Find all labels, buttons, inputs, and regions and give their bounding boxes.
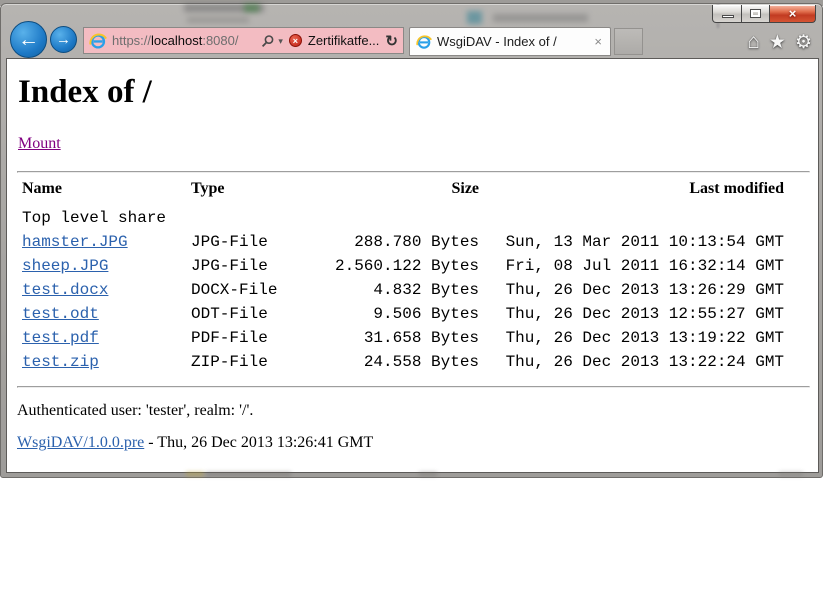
ie-logo-icon	[416, 34, 432, 50]
file-type: DOCX-File	[191, 278, 335, 302]
search-icon	[261, 34, 275, 48]
file-type: ZIP-File	[191, 350, 335, 374]
divider	[17, 171, 810, 173]
certificate-error-button[interactable]: × Zertifikatfe...	[289, 33, 386, 48]
share-note: Top level share	[22, 206, 784, 230]
file-link[interactable]: hamster.JPG	[22, 233, 128, 251]
file-modified: Sun, 13 Mar 2011 10:13:54 GMT	[479, 230, 784, 254]
mount-link[interactable]: Mount	[18, 135, 61, 153]
file-type: PDF-File	[191, 326, 335, 350]
directory-table: Name Type Size Last modified Top level s…	[22, 180, 784, 374]
window-controls: ×	[712, 5, 816, 23]
divider	[17, 386, 810, 388]
file-type: JPG-File	[191, 230, 335, 254]
refresh-button[interactable]: ↻	[385, 32, 398, 50]
file-size: 4.832 Bytes	[335, 278, 479, 302]
tab-close-icon[interactable]: ×	[592, 34, 604, 49]
forward-arrow-icon: →	[56, 31, 71, 48]
file-size: 31.658 Bytes	[335, 326, 479, 350]
url-scheme: https://	[112, 33, 151, 48]
table-row: test.odt ODT-File 9.506 Bytes Thu, 26 De…	[22, 302, 784, 326]
table-row: sheep.JPG JPG-File 2.560.122 Bytes Fri, …	[22, 254, 784, 278]
file-modified: Thu, 26 Dec 2013 13:19:22 GMT	[479, 326, 784, 350]
backdrop-blur-blob	[493, 14, 588, 22]
file-size: 24.558 Bytes	[335, 350, 479, 374]
table-header-row: Name Type Size Last modified	[22, 180, 784, 206]
window-bottom-frame	[1, 471, 822, 477]
backdrop-blur-blob	[186, 472, 204, 476]
certificate-error-icon: ×	[289, 34, 302, 47]
ie-logo-icon	[89, 32, 107, 50]
page-title: Index of /	[18, 74, 152, 111]
url-path: :8080/	[202, 33, 238, 48]
table-row: test.pdf PDF-File 31.658 Bytes Thu, 26 D…	[22, 326, 784, 350]
certificate-error-label: Zertifikatfe...	[308, 33, 380, 48]
home-icon[interactable]: ⌂	[747, 30, 760, 54]
column-header-modified: Last modified	[479, 180, 784, 206]
server-footer: WsgiDAV/1.0.0.pre - Thu, 26 Dec 2013 13:…	[17, 434, 373, 452]
maximize-icon	[750, 9, 761, 18]
file-type: JPG-File	[191, 254, 335, 278]
page-viewport: Index of / Mount Name Type Size Last mod…	[6, 58, 819, 473]
backdrop-blur-blob	[779, 472, 803, 476]
back-arrow-icon: ←	[18, 28, 39, 52]
file-link[interactable]: test.zip	[22, 353, 99, 371]
column-header-size: Size	[335, 180, 479, 206]
close-window-button[interactable]: ×	[769, 5, 816, 23]
backdrop-blur-blob	[206, 472, 291, 476]
maximize-button[interactable]	[742, 5, 769, 23]
new-tab-button[interactable]	[614, 28, 643, 55]
backdrop-blur-blob	[184, 4, 264, 12]
backdrop-blur-blob	[187, 17, 249, 23]
file-size: 288.780 Bytes	[335, 230, 479, 254]
url-host: localhost	[151, 33, 202, 48]
column-header-name: Name	[22, 180, 191, 206]
address-bar[interactable]: https://localhost:8080/ ▾ × Zertifikatfe…	[83, 27, 404, 54]
file-link[interactable]: sheep.JPG	[22, 257, 108, 275]
favorites-icon[interactable]: ★	[769, 31, 786, 54]
search-button[interactable]	[261, 34, 275, 48]
backdrop-blur-blob	[244, 4, 259, 12]
screen: × ← → https://localhost:8080/ ▾ × Zertif…	[0, 0, 823, 600]
back-button[interactable]: ←	[10, 21, 47, 58]
table-row: test.zip ZIP-File 24.558 Bytes Thu, 26 D…	[22, 350, 784, 374]
file-modified: Thu, 26 Dec 2013 12:55:27 GMT	[479, 302, 784, 326]
close-icon: ×	[789, 6, 797, 21]
browser-window: × ← → https://localhost:8080/ ▾ × Zertif…	[0, 3, 823, 478]
backdrop-blur-blob	[419, 472, 437, 476]
file-modified: Fri, 08 Jul 2011 16:32:14 GMT	[479, 254, 784, 278]
file-link[interactable]: test.pdf	[22, 329, 99, 347]
table-note-row: Top level share	[22, 206, 784, 230]
file-link[interactable]: test.odt	[22, 305, 99, 323]
column-header-type: Type	[191, 180, 335, 206]
forward-button[interactable]: →	[50, 26, 77, 53]
wsgidav-version-link[interactable]: WsgiDAV/1.0.0.pre	[17, 434, 144, 451]
backdrop-blur-blob	[467, 11, 482, 24]
command-bar: ⌂ ★ ⚙	[747, 30, 812, 54]
minimize-icon	[722, 15, 734, 18]
file-type: ODT-File	[191, 302, 335, 326]
file-size: 2.560.122 Bytes	[335, 254, 479, 278]
search-dropdown-icon[interactable]: ▾	[278, 36, 283, 47]
file-modified: Thu, 26 Dec 2013 13:22:24 GMT	[479, 350, 784, 374]
tab-wsgidav[interactable]: WsgiDAV - Index of / ×	[409, 27, 611, 56]
auth-status-text: Authenticated user: 'tester', realm: '/'…	[17, 402, 253, 420]
footer-timestamp: - Thu, 26 Dec 2013 13:26:41 GMT	[144, 434, 373, 451]
table-row: hamster.JPG JPG-File 288.780 Bytes Sun, …	[22, 230, 784, 254]
file-modified: Thu, 26 Dec 2013 13:26:29 GMT	[479, 278, 784, 302]
file-link[interactable]: test.docx	[22, 281, 108, 299]
url-text: https://localhost:8080/	[112, 33, 261, 48]
minimize-button[interactable]	[712, 5, 742, 23]
tools-gear-icon[interactable]: ⚙	[795, 31, 812, 54]
tab-title: WsgiDAV - Index of /	[437, 34, 592, 49]
file-size: 9.506 Bytes	[335, 302, 479, 326]
table-row: test.docx DOCX-File 4.832 Bytes Thu, 26 …	[22, 278, 784, 302]
